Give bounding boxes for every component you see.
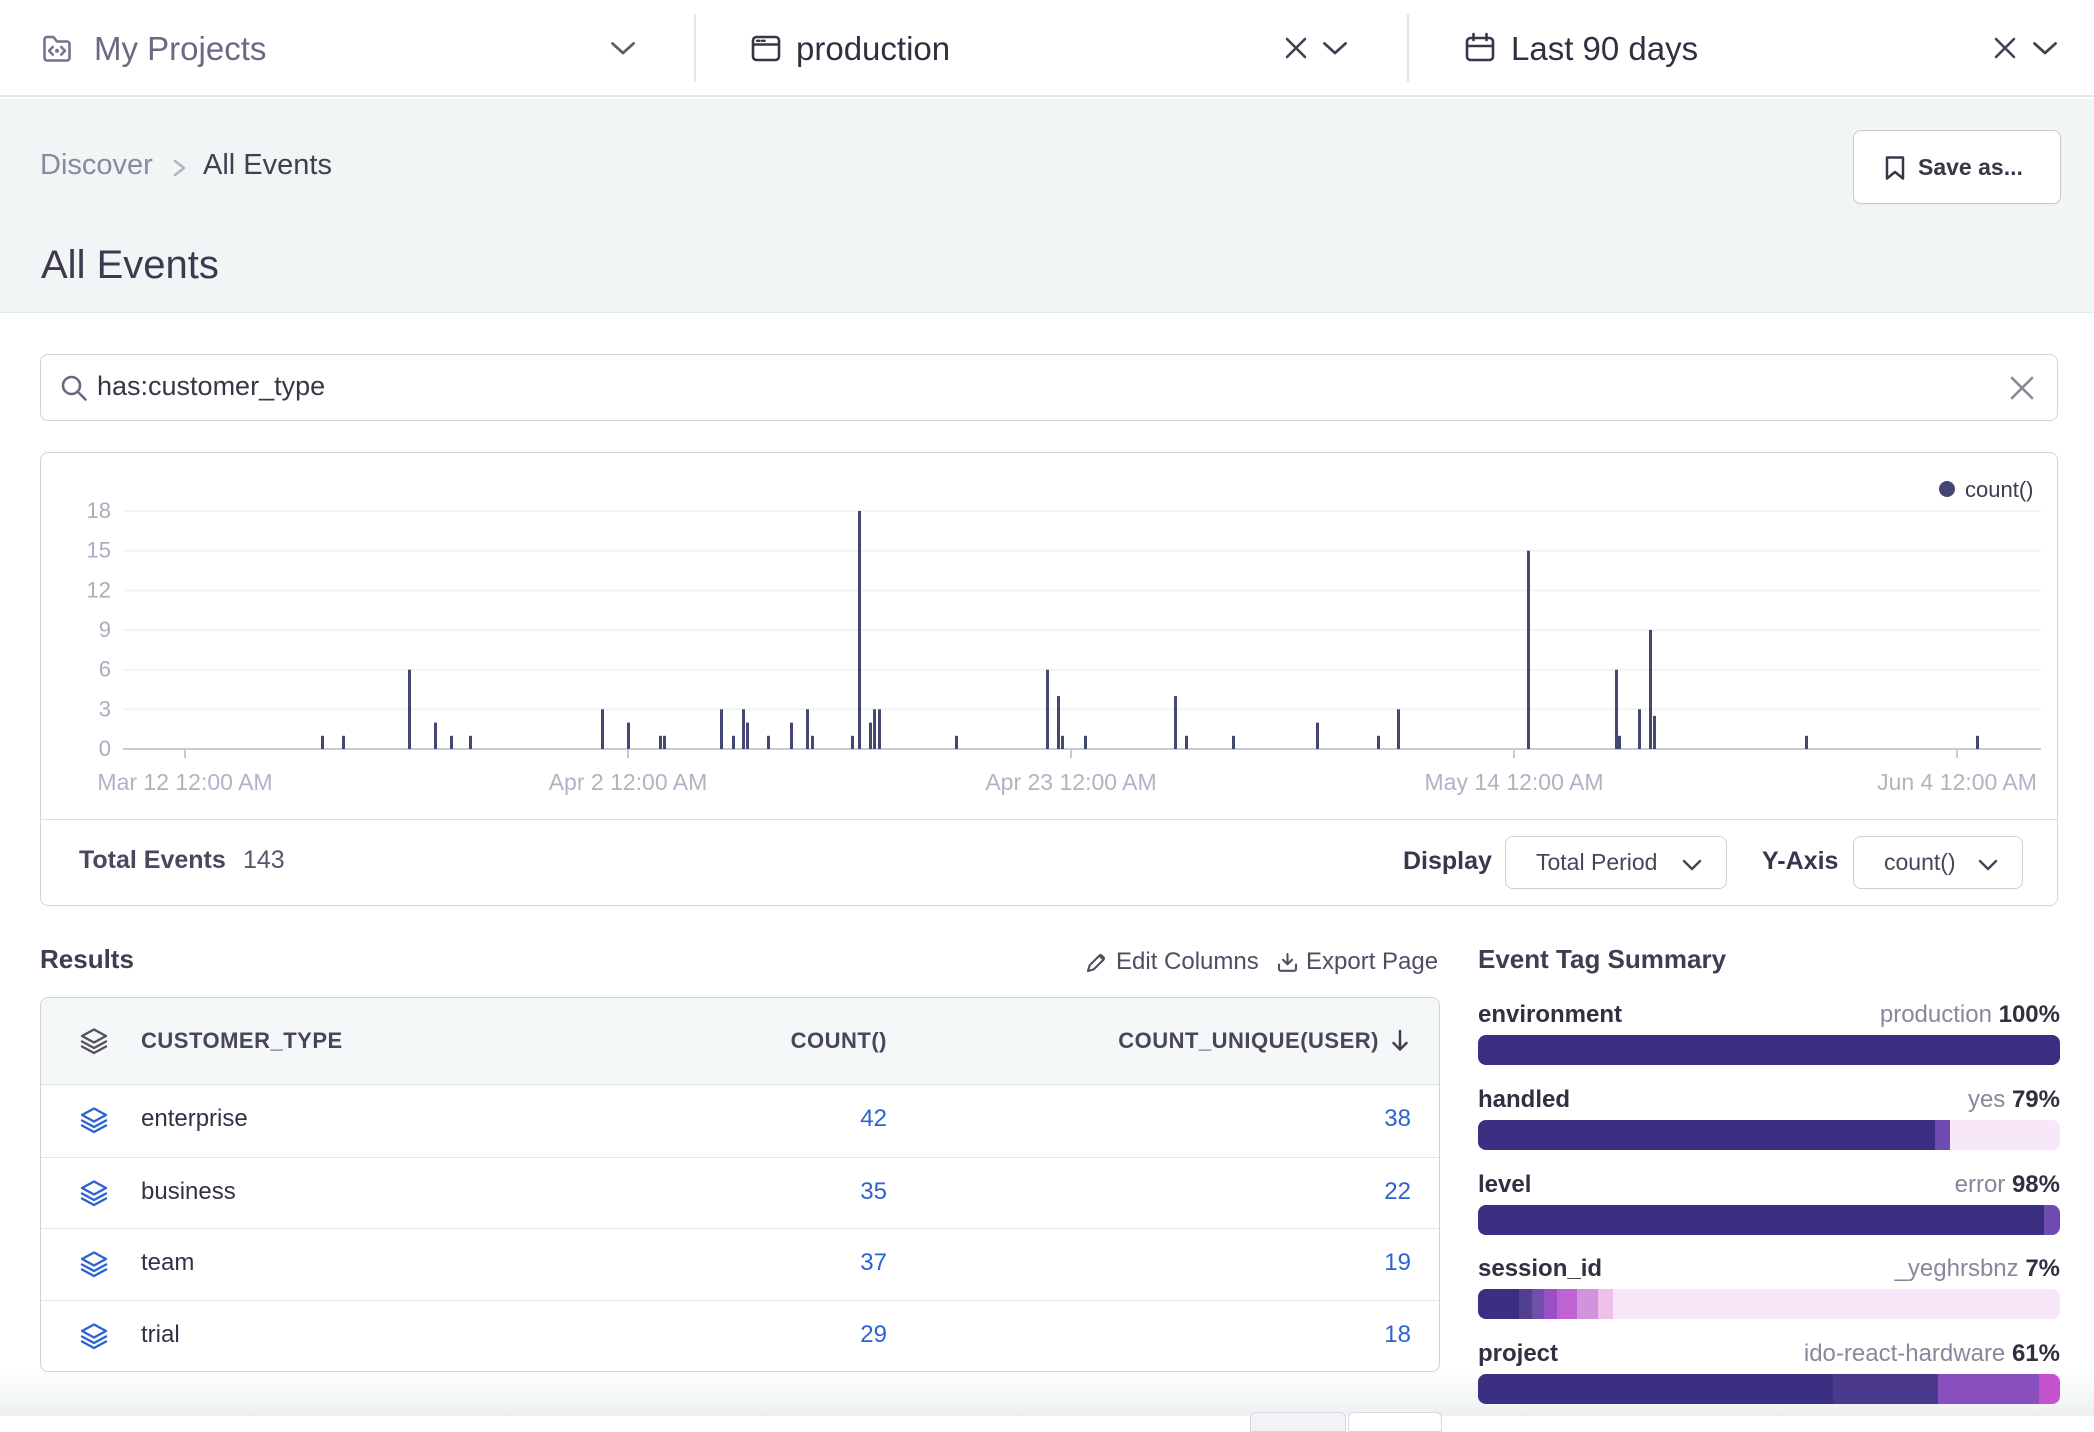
svg-text:Apr 23 12:00 AM: Apr 23 12:00 AM bbox=[985, 769, 1156, 795]
svg-text:3: 3 bbox=[99, 696, 111, 721]
svg-text:15: 15 bbox=[87, 538, 111, 563]
svg-text:May 14 12:00 AM: May 14 12:00 AM bbox=[1425, 769, 1604, 795]
svg-text:Jun 4 12:00 AM: Jun 4 12:00 AM bbox=[1877, 769, 2037, 795]
svg-text:0: 0 bbox=[99, 736, 111, 761]
svg-text:12: 12 bbox=[87, 577, 111, 602]
svg-text:count(): count() bbox=[1965, 477, 2033, 502]
svg-text:Mar 12 12:00 AM: Mar 12 12:00 AM bbox=[97, 769, 272, 795]
svg-text:6: 6 bbox=[99, 657, 111, 682]
svg-text:Apr 2 12:00 AM: Apr 2 12:00 AM bbox=[549, 769, 708, 795]
svg-text:9: 9 bbox=[99, 617, 111, 642]
svg-text:18: 18 bbox=[87, 498, 111, 523]
